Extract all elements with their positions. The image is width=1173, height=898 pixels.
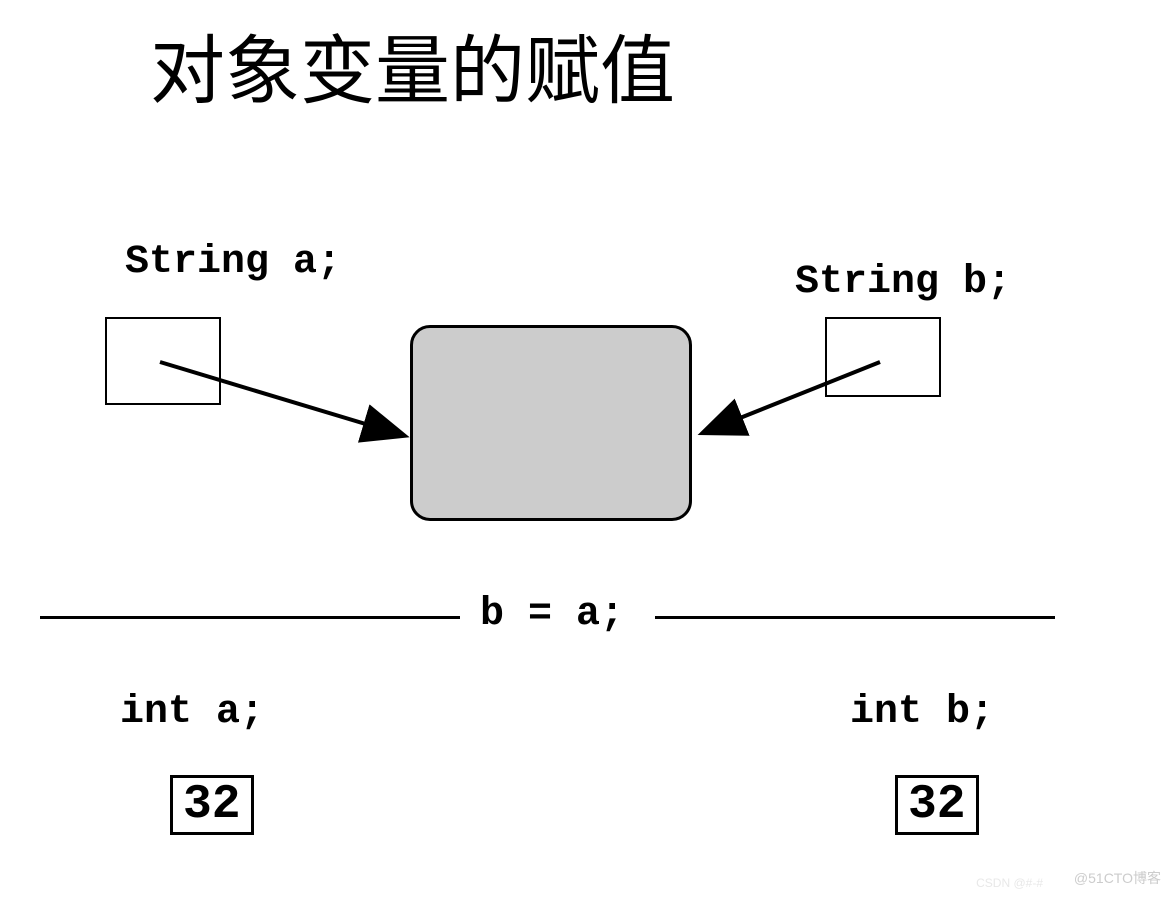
int-b-label: int b; <box>850 690 994 735</box>
watermark-51cto: @51CTO博客 <box>1074 868 1161 888</box>
int-a-label: int a; <box>120 690 264 735</box>
value-a-box: 32 <box>170 775 254 835</box>
assignment-label: b = a; <box>480 592 624 637</box>
value-b-box: 32 <box>895 775 979 835</box>
divider-left <box>40 616 460 619</box>
arrow-a-to-object <box>150 350 430 470</box>
object-box <box>410 325 692 521</box>
arrow-b-to-object <box>680 350 900 470</box>
divider-right <box>655 616 1055 619</box>
string-a-label: String a; <box>125 240 341 285</box>
string-b-label: String b; <box>795 260 1011 305</box>
page-title: 对象变量的赋值 <box>150 10 675 119</box>
watermark-csdn: CSDN @#-# <box>976 876 1043 890</box>
